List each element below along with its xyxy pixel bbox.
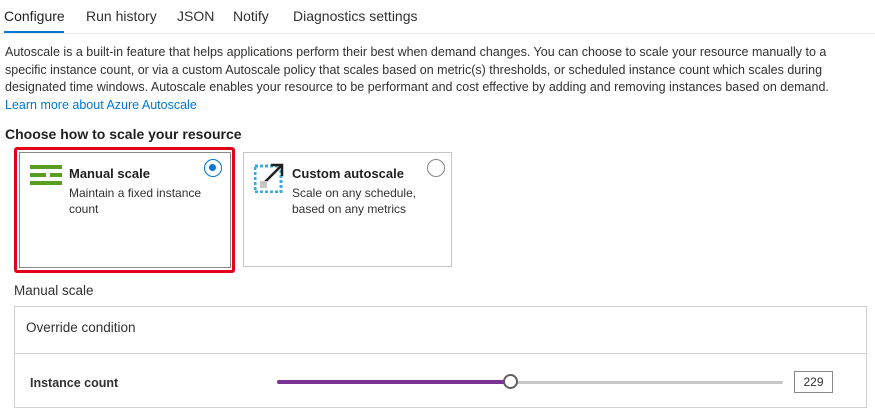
- instance-count-input[interactable]: [794, 371, 833, 393]
- instance-count-slider[interactable]: [277, 372, 783, 392]
- override-condition-header: Override condition: [15, 307, 866, 354]
- tab-run-history[interactable]: Run history: [86, 8, 157, 24]
- section-title: Choose how to scale your resource: [5, 126, 242, 142]
- selection-highlight: [14, 147, 235, 273]
- custom-autoscale-title: Custom autoscale: [292, 166, 404, 181]
- slider-thumb[interactable]: [503, 374, 518, 389]
- tab-bar: Configure Run history JSON Notify Diagno…: [0, 0, 875, 34]
- tab-notify[interactable]: Notify: [233, 8, 269, 24]
- custom-autoscale-icon: [253, 163, 284, 194]
- description-text: Autoscale is a built-in feature that hel…: [5, 45, 829, 94]
- tab-json[interactable]: JSON: [177, 8, 214, 24]
- instance-count-label: Instance count: [30, 376, 119, 390]
- slider-fill: [277, 380, 510, 384]
- autoscale-description: Autoscale is a built-in feature that hel…: [5, 44, 835, 114]
- custom-autoscale-subtitle: Scale on any schedule, based on any metr…: [292, 186, 417, 216]
- override-condition-label: Override condition: [26, 320, 136, 335]
- tab-diagnostics-settings[interactable]: Diagnostics settings: [293, 8, 418, 24]
- manual-scale-panel: Override condition: [14, 306, 867, 408]
- tab-configure[interactable]: Configure: [4, 8, 65, 24]
- manual-scale-label: Manual scale: [14, 283, 94, 298]
- custom-autoscale-option[interactable]: Custom autoscale Scale on any schedule, …: [243, 152, 452, 267]
- custom-autoscale-radio[interactable]: [427, 159, 445, 177]
- active-tab-indicator: [4, 31, 64, 33]
- learn-more-link[interactable]: Learn more about Azure Autoscale: [5, 98, 197, 112]
